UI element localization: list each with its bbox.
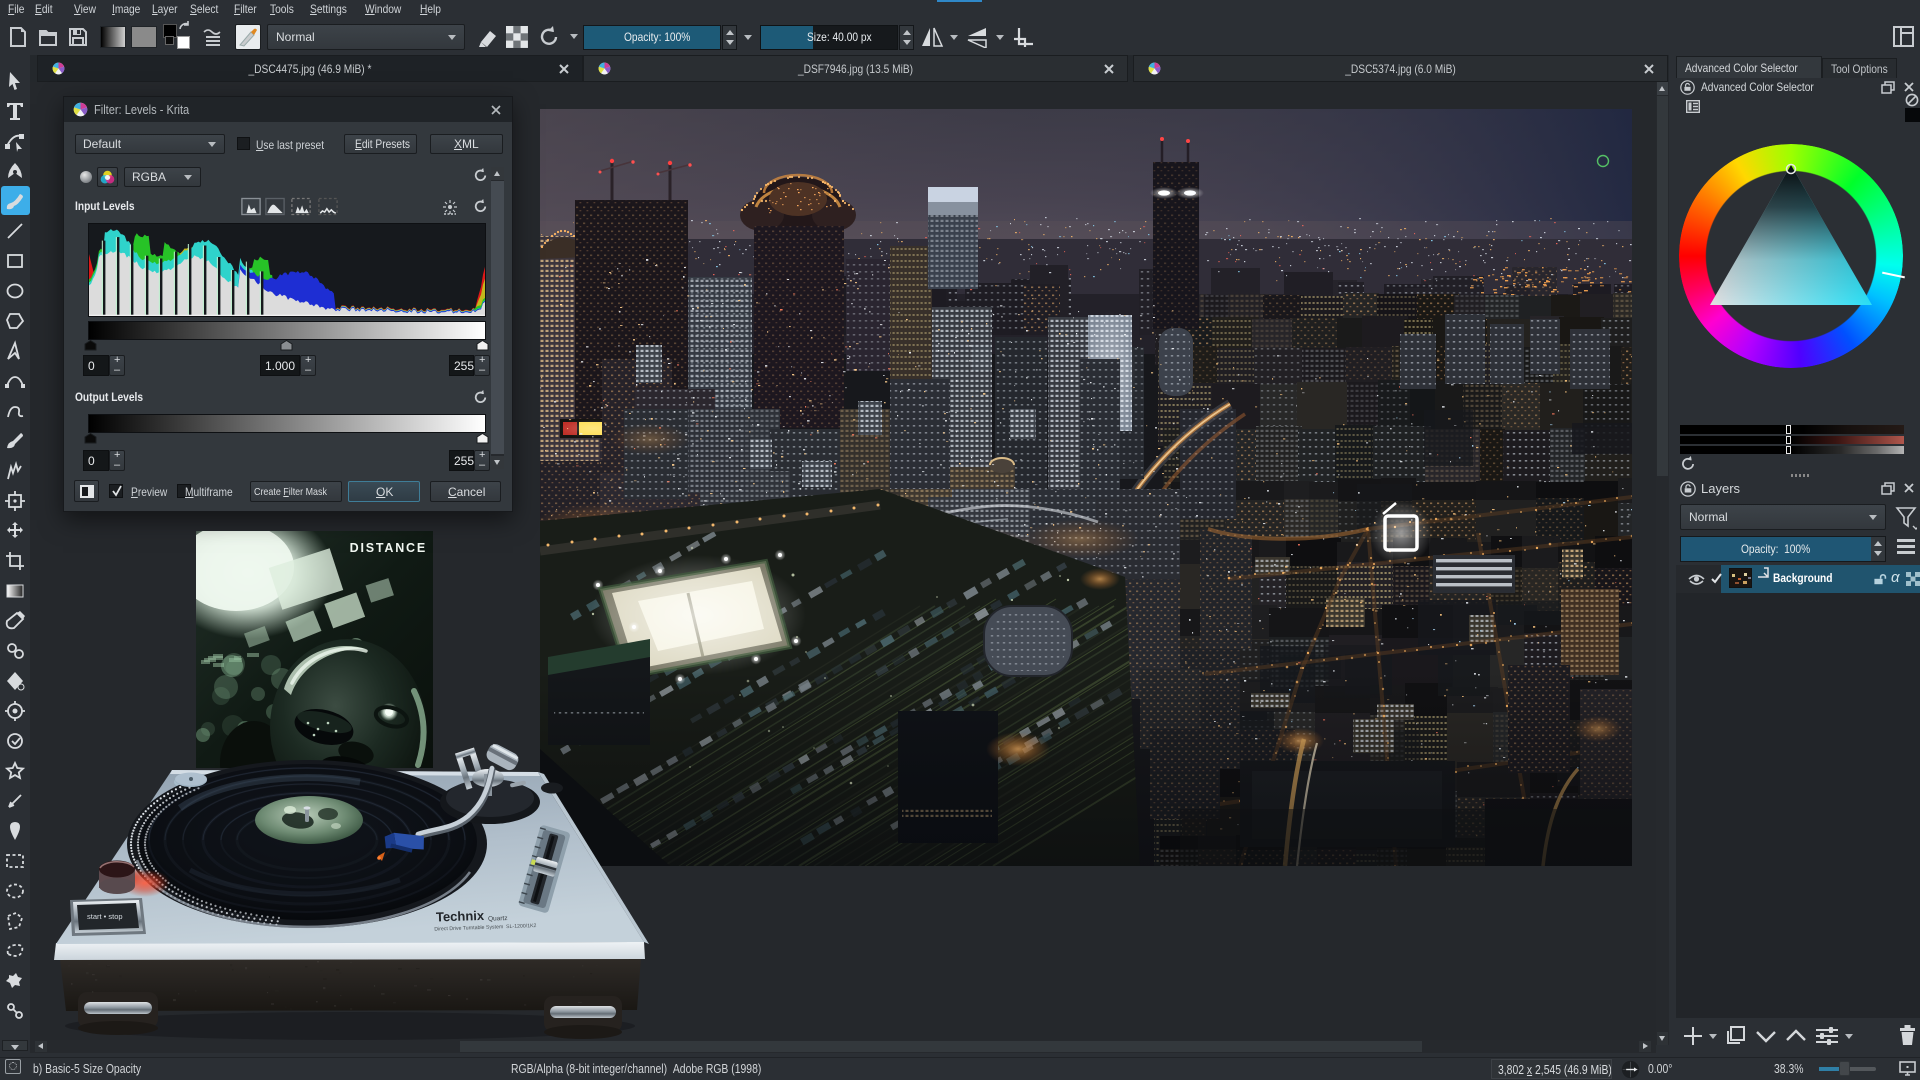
svg-text:Quartz: Quartz xyxy=(488,915,508,923)
svg-text:start • stop: start • stop xyxy=(87,912,123,921)
svg-text:Technix: Technix xyxy=(436,908,485,925)
svg-text:DISTANCE: DISTANCE xyxy=(350,541,427,555)
